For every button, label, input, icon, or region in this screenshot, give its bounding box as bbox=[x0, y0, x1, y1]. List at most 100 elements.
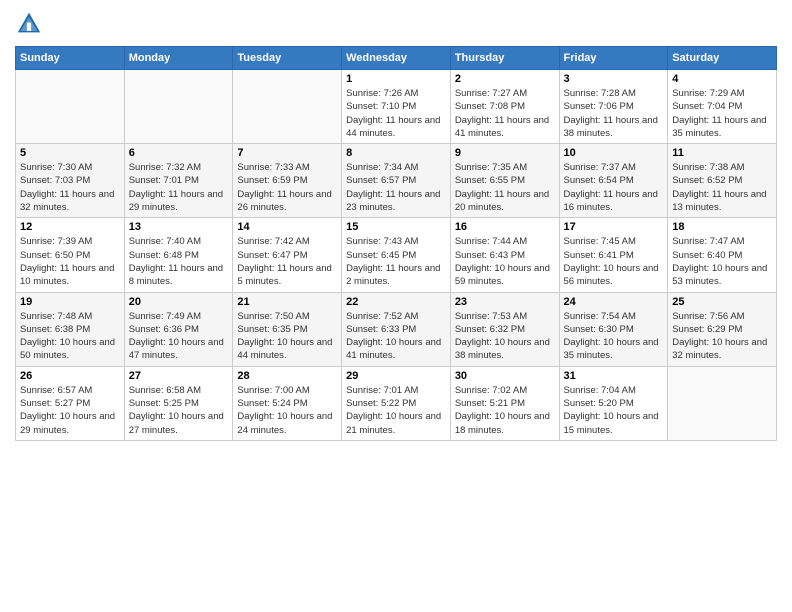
day-number: 8 bbox=[346, 147, 446, 159]
calendar-header-monday: Monday bbox=[124, 47, 233, 70]
calendar-week-row: 5 Sunrise: 7:30 AM Sunset: 7:03 PM Daylig… bbox=[16, 144, 777, 218]
logo-icon bbox=[15, 10, 43, 38]
calendar-cell: 31 Sunrise: 7:04 AM Sunset: 5:20 PM Dayli… bbox=[559, 366, 668, 440]
calendar-cell: 18 Sunrise: 7:47 AM Sunset: 6:40 PM Dayli… bbox=[668, 218, 777, 292]
calendar-cell: 21 Sunrise: 7:50 AM Sunset: 6:35 PM Dayli… bbox=[233, 292, 342, 366]
calendar-cell bbox=[124, 70, 233, 144]
day-number: 26 bbox=[20, 370, 120, 382]
day-number: 20 bbox=[129, 296, 229, 308]
day-number: 22 bbox=[346, 296, 446, 308]
calendar-week-row: 1 Sunrise: 7:26 AM Sunset: 7:10 PM Daylig… bbox=[16, 70, 777, 144]
day-number: 1 bbox=[346, 73, 446, 85]
calendar-cell: 26Sunrise: 6:57 AM Sunset: 5:27 PM Dayli… bbox=[16, 366, 125, 440]
day-number: 14 bbox=[237, 221, 337, 233]
day-info: Sunrise: 7:32 AM Sunset: 7:01 PM Dayligh… bbox=[129, 161, 229, 214]
day-number: 3 bbox=[564, 73, 664, 85]
calendar-cell: 28Sunrise: 7:00 AM Sunset: 5:24 PM Dayli… bbox=[233, 366, 342, 440]
calendar-cell bbox=[16, 70, 125, 144]
day-number: 16 bbox=[455, 221, 555, 233]
day-number: 4 bbox=[672, 73, 772, 85]
calendar-cell: 16 Sunrise: 7:44 AM Sunset: 6:43 PM Dayli… bbox=[450, 218, 559, 292]
day-info: Sunrise: 7:50 AM Sunset: 6:35 PM Dayligh… bbox=[237, 310, 337, 363]
day-info: Sunrise: 7:28 AM Sunset: 7:06 PM Dayligh… bbox=[564, 87, 664, 140]
day-number: 31 bbox=[564, 370, 664, 382]
day-info: Sunrise: 7:52 AM Sunset: 6:33 PM Dayligh… bbox=[346, 310, 446, 363]
day-info: Sunrise: 7:43 AM Sunset: 6:45 PM Dayligh… bbox=[346, 235, 446, 288]
day-info: Sunrise: 7:40 AM Sunset: 6:48 PM Dayligh… bbox=[129, 235, 229, 288]
day-info: Sunrise: 7:54 AM Sunset: 6:30 PM Dayligh… bbox=[564, 310, 664, 363]
calendar-cell: 1 Sunrise: 7:26 AM Sunset: 7:10 PM Daylig… bbox=[342, 70, 451, 144]
calendar-cell: 19Sunrise: 7:48 AM Sunset: 6:38 PM Dayli… bbox=[16, 292, 125, 366]
calendar-header-wednesday: Wednesday bbox=[342, 47, 451, 70]
calendar-cell: 3 Sunrise: 7:28 AM Sunset: 7:06 PM Daylig… bbox=[559, 70, 668, 144]
day-number: 29 bbox=[346, 370, 446, 382]
calendar-table: SundayMondayTuesdayWednesdayThursdayFrid… bbox=[15, 46, 777, 441]
calendar-header-tuesday: Tuesday bbox=[233, 47, 342, 70]
day-info: Sunrise: 7:49 AM Sunset: 6:36 PM Dayligh… bbox=[129, 310, 229, 363]
day-number: 15 bbox=[346, 221, 446, 233]
day-number: 5 bbox=[20, 147, 120, 159]
calendar-cell: 14 Sunrise: 7:42 AM Sunset: 6:47 PM Dayli… bbox=[233, 218, 342, 292]
day-info: Sunrise: 7:26 AM Sunset: 7:10 PM Dayligh… bbox=[346, 87, 446, 140]
page-container: SundayMondayTuesdayWednesdayThursdayFrid… bbox=[0, 0, 792, 451]
calendar-cell: 27 Sunrise: 6:58 AM Sunset: 5:25 PM Dayli… bbox=[124, 366, 233, 440]
calendar-cell: 25Sunrise: 7:56 AM Sunset: 6:29 PM Dayli… bbox=[668, 292, 777, 366]
day-info: Sunrise: 7:33 AM Sunset: 6:59 PM Dayligh… bbox=[237, 161, 337, 214]
calendar-cell: 22 Sunrise: 7:52 AM Sunset: 6:33 PM Dayli… bbox=[342, 292, 451, 366]
day-info: Sunrise: 7:39 AM Sunset: 6:50 PM Dayligh… bbox=[20, 235, 120, 288]
calendar-cell: 23 Sunrise: 7:53 AM Sunset: 6:32 PM Dayli… bbox=[450, 292, 559, 366]
day-number: 19 bbox=[20, 296, 120, 308]
day-number: 2 bbox=[455, 73, 555, 85]
calendar-cell: 29 Sunrise: 7:01 AM Sunset: 5:22 PM Dayli… bbox=[342, 366, 451, 440]
day-number: 28 bbox=[237, 370, 337, 382]
calendar-header-sunday: Sunday bbox=[16, 47, 125, 70]
calendar-week-row: 12 Sunrise: 7:39 AM Sunset: 6:50 PM Dayli… bbox=[16, 218, 777, 292]
calendar-cell: 4 Sunrise: 7:29 AM Sunset: 7:04 PM Daylig… bbox=[668, 70, 777, 144]
day-info: Sunrise: 6:58 AM Sunset: 5:25 PM Dayligh… bbox=[129, 384, 229, 437]
day-number: 12 bbox=[20, 221, 120, 233]
day-number: 30 bbox=[455, 370, 555, 382]
day-number: 21 bbox=[237, 296, 337, 308]
calendar-week-row: 26Sunrise: 6:57 AM Sunset: 5:27 PM Dayli… bbox=[16, 366, 777, 440]
day-number: 24 bbox=[564, 296, 664, 308]
calendar-cell: 2Sunrise: 7:27 AM Sunset: 7:08 PM Daylig… bbox=[450, 70, 559, 144]
calendar-cell: 30 Sunrise: 7:02 AM Sunset: 5:21 PM Dayli… bbox=[450, 366, 559, 440]
day-number: 9 bbox=[455, 147, 555, 159]
day-info: Sunrise: 7:45 AM Sunset: 6:41 PM Dayligh… bbox=[564, 235, 664, 288]
day-info: Sunrise: 7:04 AM Sunset: 5:20 PM Dayligh… bbox=[564, 384, 664, 437]
day-info: Sunrise: 7:37 AM Sunset: 6:54 PM Dayligh… bbox=[564, 161, 664, 214]
day-number: 17 bbox=[564, 221, 664, 233]
day-info: Sunrise: 7:47 AM Sunset: 6:40 PM Dayligh… bbox=[672, 235, 772, 288]
day-info: Sunrise: 7:56 AM Sunset: 6:29 PM Dayligh… bbox=[672, 310, 772, 363]
day-info: Sunrise: 7:38 AM Sunset: 6:52 PM Dayligh… bbox=[672, 161, 772, 214]
day-info: Sunrise: 7:34 AM Sunset: 6:57 PM Dayligh… bbox=[346, 161, 446, 214]
logo bbox=[15, 10, 47, 38]
calendar-cell: 7 Sunrise: 7:33 AM Sunset: 6:59 PM Daylig… bbox=[233, 144, 342, 218]
day-number: 7 bbox=[237, 147, 337, 159]
day-number: 18 bbox=[672, 221, 772, 233]
calendar-cell: 15 Sunrise: 7:43 AM Sunset: 6:45 PM Dayli… bbox=[342, 218, 451, 292]
day-info: Sunrise: 7:53 AM Sunset: 6:32 PM Dayligh… bbox=[455, 310, 555, 363]
calendar-header-friday: Friday bbox=[559, 47, 668, 70]
calendar-cell: 24 Sunrise: 7:54 AM Sunset: 6:30 PM Dayli… bbox=[559, 292, 668, 366]
calendar-cell: 5 Sunrise: 7:30 AM Sunset: 7:03 PM Daylig… bbox=[16, 144, 125, 218]
calendar-cell: 11Sunrise: 7:38 AM Sunset: 6:52 PM Dayli… bbox=[668, 144, 777, 218]
calendar-cell: 6 Sunrise: 7:32 AM Sunset: 7:01 PM Daylig… bbox=[124, 144, 233, 218]
day-number: 23 bbox=[455, 296, 555, 308]
calendar-header-saturday: Saturday bbox=[668, 47, 777, 70]
calendar-header-thursday: Thursday bbox=[450, 47, 559, 70]
day-number: 10 bbox=[564, 147, 664, 159]
calendar-cell: 10 Sunrise: 7:37 AM Sunset: 6:54 PM Dayli… bbox=[559, 144, 668, 218]
day-info: Sunrise: 7:42 AM Sunset: 6:47 PM Dayligh… bbox=[237, 235, 337, 288]
day-info: Sunrise: 7:30 AM Sunset: 7:03 PM Dayligh… bbox=[20, 161, 120, 214]
day-info: Sunrise: 7:44 AM Sunset: 6:43 PM Dayligh… bbox=[455, 235, 555, 288]
calendar-cell: 8 Sunrise: 7:34 AM Sunset: 6:57 PM Daylig… bbox=[342, 144, 451, 218]
day-number: 27 bbox=[129, 370, 229, 382]
day-info: Sunrise: 7:29 AM Sunset: 7:04 PM Dayligh… bbox=[672, 87, 772, 140]
day-info: Sunrise: 7:02 AM Sunset: 5:21 PM Dayligh… bbox=[455, 384, 555, 437]
calendar-cell: 9Sunrise: 7:35 AM Sunset: 6:55 PM Daylig… bbox=[450, 144, 559, 218]
day-info: Sunrise: 7:01 AM Sunset: 5:22 PM Dayligh… bbox=[346, 384, 446, 437]
day-number: 6 bbox=[129, 147, 229, 159]
calendar-cell bbox=[233, 70, 342, 144]
calendar-week-row: 19Sunrise: 7:48 AM Sunset: 6:38 PM Dayli… bbox=[16, 292, 777, 366]
